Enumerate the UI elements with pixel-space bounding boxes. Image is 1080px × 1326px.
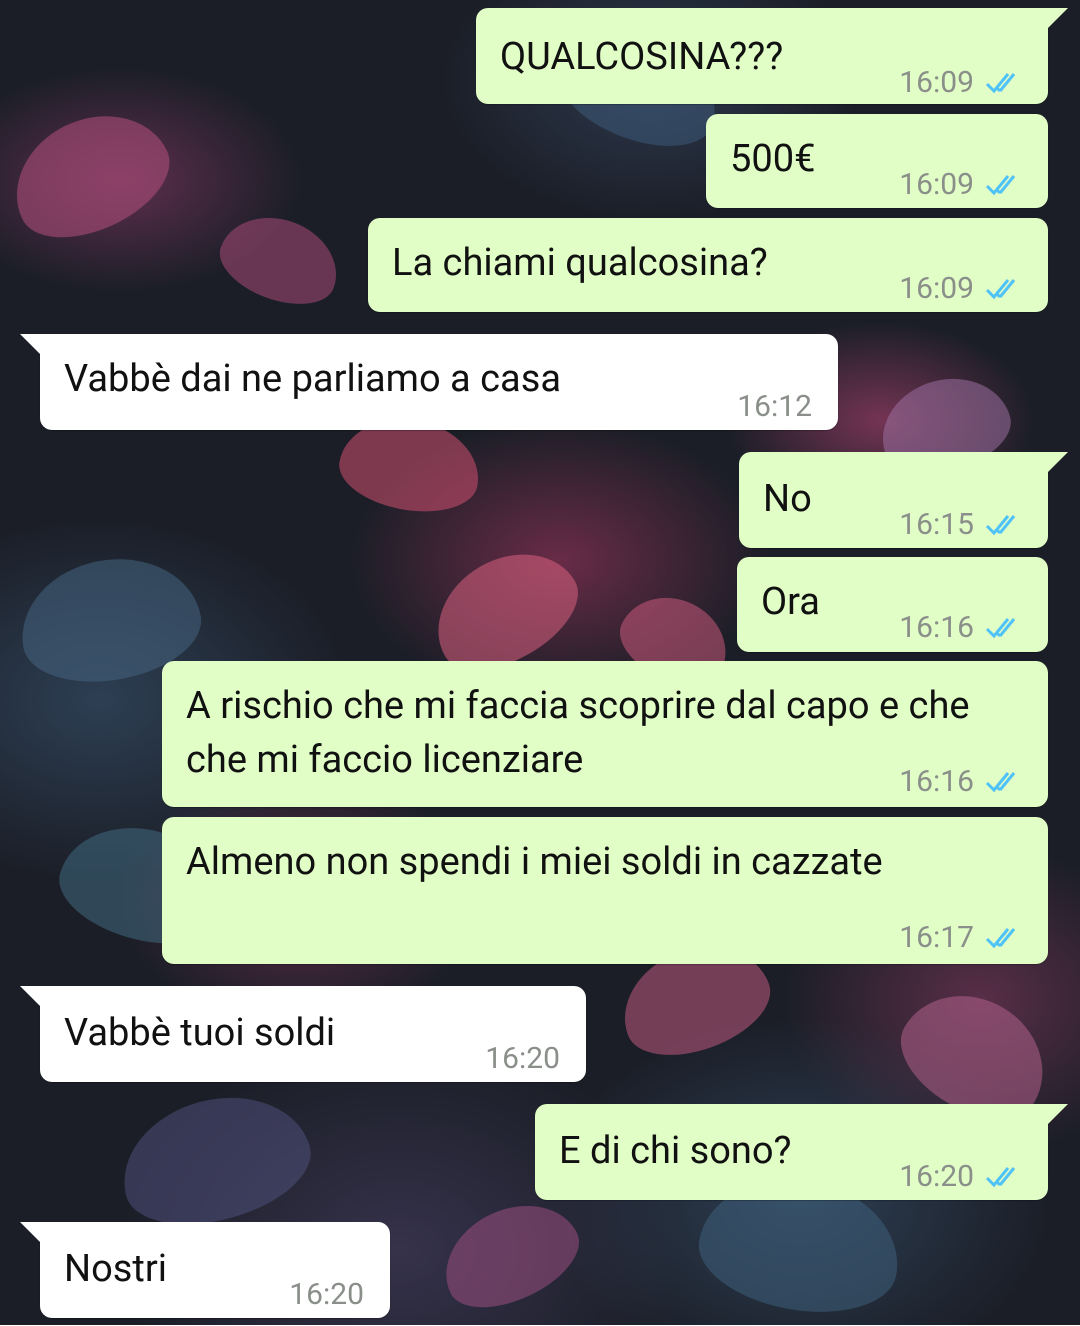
message-time: 16:20 bbox=[899, 1159, 974, 1194]
message-text: QUALCOSINA??? bbox=[500, 35, 784, 79]
message-meta: 16:20 bbox=[289, 1268, 364, 1322]
message-text: 500€ bbox=[730, 137, 816, 181]
incoming-message[interactable]: Vabbè tuoi soldi 16:20 bbox=[20, 986, 586, 1082]
message-meta: 16:20 bbox=[485, 1032, 560, 1086]
outgoing-message[interactable]: Almeno non spendi i miei soldi in cazzat… bbox=[162, 817, 1048, 964]
outgoing-message[interactable]: Ora 16:16 bbox=[737, 557, 1048, 652]
message-time: 16:16 bbox=[899, 610, 974, 645]
message-text: Vabbè tuoi soldi bbox=[64, 1011, 336, 1055]
message-meta: 16:09 bbox=[899, 56, 1024, 110]
message-meta: 16:12 bbox=[737, 380, 812, 434]
message-text: Almeno non spendi i miei soldi in cazzat… bbox=[186, 840, 883, 884]
message-meta: 16:15 bbox=[899, 498, 1024, 552]
incoming-message[interactable]: Nostri 16:20 bbox=[20, 1222, 390, 1318]
double-check-read-icon bbox=[985, 279, 1016, 300]
message-list[interactable]: QUALCOSINA??? 16:09 500€ 16:09 La chiami… bbox=[0, 0, 1080, 1325]
message-time: 16:20 bbox=[289, 1277, 364, 1312]
message-text: E di chi sono? bbox=[559, 1129, 792, 1173]
message-time: 16:15 bbox=[899, 507, 974, 542]
message-time: 16:09 bbox=[899, 65, 974, 100]
double-check-read-icon bbox=[985, 73, 1016, 94]
message-meta: 16:16 bbox=[899, 601, 1024, 655]
outgoing-message[interactable]: La chiami qualcosina? 16:09 bbox=[368, 218, 1048, 312]
message-text: Ora bbox=[761, 580, 820, 624]
outgoing-message[interactable]: E di chi sono? 16:20 bbox=[535, 1104, 1068, 1200]
message-time: 16:17 bbox=[899, 920, 974, 955]
double-check-read-icon bbox=[985, 618, 1016, 639]
message-meta: 16:16 bbox=[899, 755, 1024, 809]
incoming-message[interactable]: Vabbè dai ne parliamo a casa 16:12 bbox=[20, 334, 838, 430]
message-time: 16:20 bbox=[485, 1041, 560, 1076]
double-check-read-icon bbox=[985, 928, 1016, 949]
double-check-read-icon bbox=[985, 175, 1016, 196]
message-time: 16:16 bbox=[899, 764, 974, 799]
message-meta: 16:09 bbox=[899, 262, 1024, 316]
double-check-read-icon bbox=[985, 772, 1016, 793]
message-meta: 16:17 bbox=[899, 911, 1024, 965]
message-text: No bbox=[763, 477, 812, 521]
message-time: 16:12 bbox=[737, 389, 812, 424]
outgoing-message[interactable]: QUALCOSINA??? 16:09 bbox=[476, 8, 1068, 104]
outgoing-message[interactable]: No 16:15 bbox=[739, 452, 1068, 548]
message-text: La chiami qualcosina? bbox=[392, 241, 768, 285]
message-time: 16:09 bbox=[899, 167, 974, 202]
double-check-read-icon bbox=[985, 515, 1016, 536]
message-text: Vabbè dai ne parliamo a casa bbox=[64, 357, 561, 401]
double-check-read-icon bbox=[985, 1167, 1016, 1188]
outgoing-message[interactable]: 500€ 16:09 bbox=[706, 114, 1048, 208]
message-meta: 16:20 bbox=[899, 1150, 1024, 1204]
message-text: Nostri bbox=[64, 1247, 167, 1291]
outgoing-message[interactable]: A rischio che mi faccia scoprire dal cap… bbox=[162, 661, 1048, 807]
message-time: 16:09 bbox=[899, 271, 974, 306]
message-meta: 16:09 bbox=[899, 158, 1024, 212]
